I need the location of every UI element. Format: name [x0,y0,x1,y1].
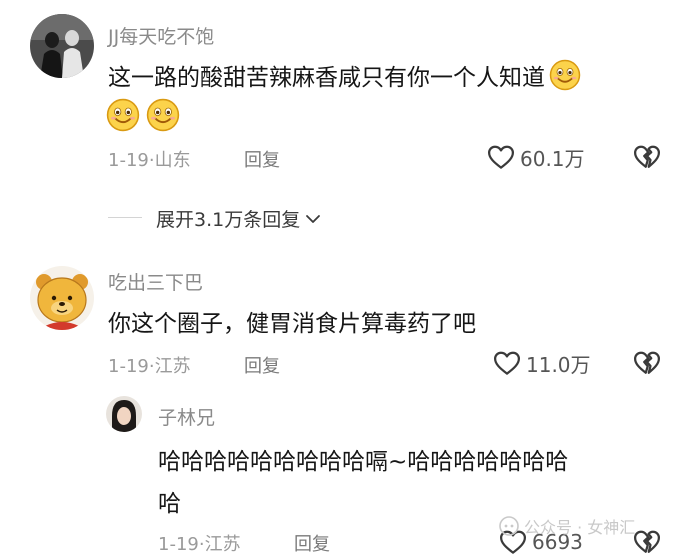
watermark-text: 公众号 · 女神汇 [524,518,636,537]
expand-replies-button[interactable]: 展开3.1万条回复 [156,205,322,232]
heart-outline-icon [492,348,522,378]
broken-heart-icon[interactable] [632,527,662,557]
comment-location: 江苏 [154,356,191,377]
smiley-emoji-icon [106,98,140,132]
comment-username[interactable]: 吃出三下巴 [108,268,203,295]
comment-location: 山东 [154,150,191,171]
reply-button[interactable]: 回复 [294,530,330,556]
comment-text: 这一路的酸甜苦辣麻香咸只有你一个人知道 [108,58,581,92]
reply-text-line-2: 哈 [158,491,181,517]
avatar[interactable] [30,266,94,330]
reply-meta: 1-19·江苏 [158,530,241,556]
broken-heart-icon[interactable] [632,348,662,378]
like-count: 60.1万 [520,146,585,171]
watermark: 公众号 · 女神汇 [498,514,635,538]
like-button[interactable]: 11.0万 [492,348,591,378]
comment-date: 1-19 [108,356,149,377]
reply-location: 江苏 [204,534,241,555]
smiley-emoji-icon [549,59,581,91]
chevron-down-icon [306,214,321,223]
avatar[interactable] [30,14,94,78]
reply-button[interactable]: 回复 [244,352,280,378]
broken-heart-icon[interactable] [632,142,662,172]
reply-date: 1-19 [158,534,199,555]
like-count: 11.0万 [526,352,591,377]
comment-username[interactable]: JJ每天吃不饱 [108,22,214,49]
like-button[interactable]: 60.1万 [486,142,585,172]
comment-text: 你这个圈子，健胃消食片算毒药了吧 [108,311,476,337]
comment-meta: 1-19·江苏 [108,352,191,378]
emoji-row [106,98,180,132]
smiley-emoji-icon [146,98,180,132]
wechat-official-account-icon [499,516,519,536]
comment-meta: 1-19·山东 [108,146,191,172]
expand-replies-label: 展开3.1万条回复 [156,209,301,231]
comment-date: 1-19 [108,150,149,171]
heart-outline-icon [486,142,516,172]
comment-text-content: 这一路的酸甜苦辣麻香咸只有你一个人知道 [108,65,545,91]
divider [108,217,142,218]
reply-button[interactable]: 回复 [244,146,280,172]
reply-text-line-1: 哈哈哈哈哈哈哈哈哈嗝~哈哈哈哈哈哈哈 [158,449,569,475]
reply-username[interactable]: 子林兄 [158,403,215,430]
avatar[interactable] [106,396,142,432]
